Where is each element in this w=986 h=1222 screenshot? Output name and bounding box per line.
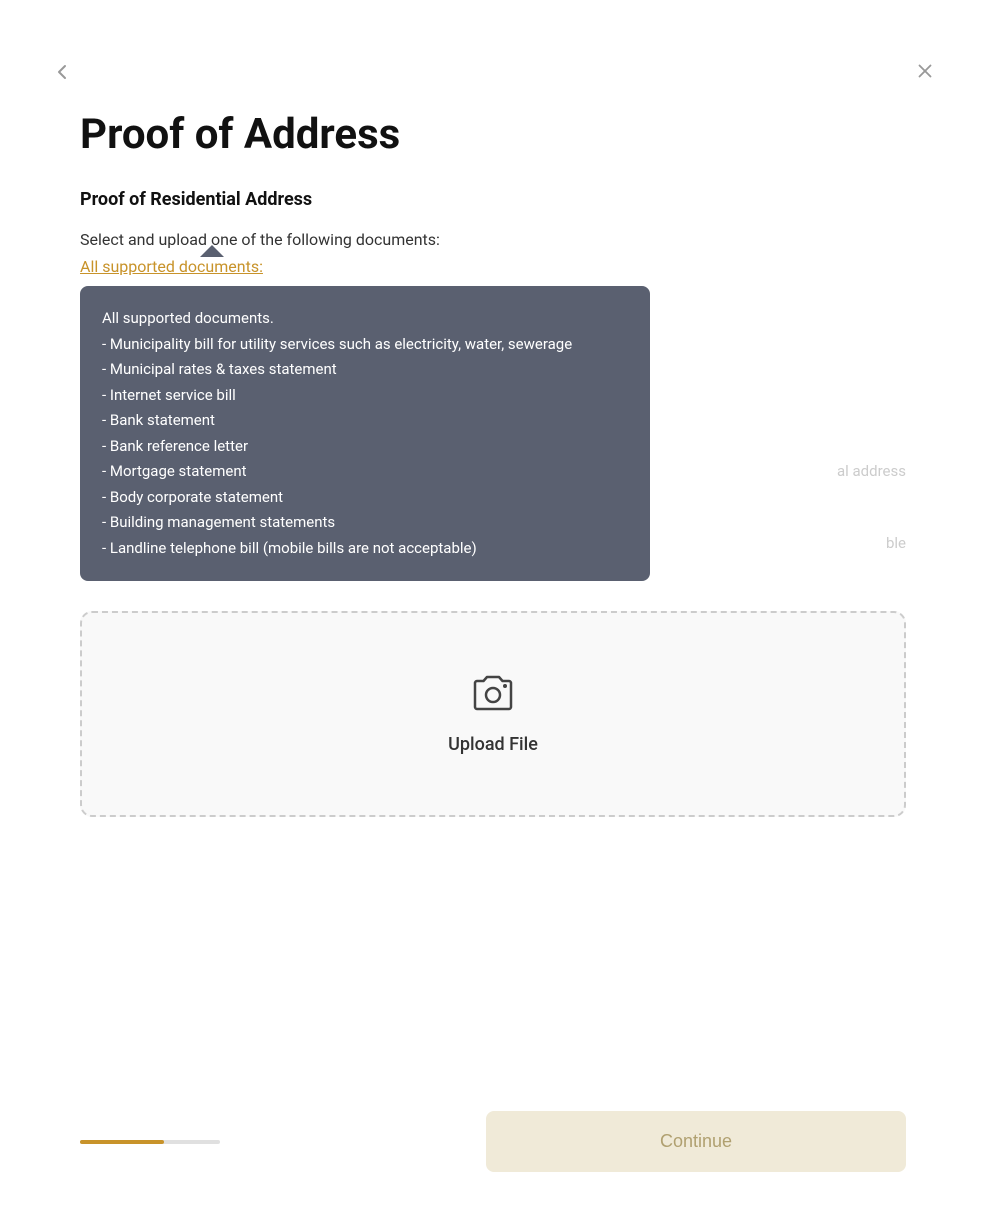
- camera-icon: [122, 673, 864, 722]
- continue-button[interactable]: Continue: [486, 1111, 906, 1172]
- page-container: Proof of Address Proof of Residential Ad…: [0, 0, 986, 1222]
- upload-label: Upload File: [122, 734, 864, 755]
- tooltip-arrow: [200, 245, 224, 257]
- tooltip-item-8: - Landline telephone bill (mobile bills …: [102, 536, 628, 562]
- tooltip-item-7: - Building management statements: [102, 510, 628, 536]
- progress-bar-fill: [80, 1140, 164, 1144]
- page-title: Proof of Address: [80, 110, 906, 159]
- tooltip-item-6: - Body corporate statement: [102, 485, 628, 511]
- section-title: Proof of Residential Address: [80, 189, 906, 210]
- tooltip-item-1: - Municipal rates & taxes statement: [102, 357, 628, 383]
- footer: Continue: [80, 1111, 906, 1172]
- bg-text-line1: al address: [837, 462, 906, 480]
- supported-docs-link[interactable]: All supported documents:: [80, 257, 263, 276]
- back-button[interactable]: [50, 60, 74, 90]
- tooltip-item-3: - Bank statement: [102, 408, 628, 434]
- progress-bar: [80, 1140, 220, 1144]
- upload-area[interactable]: Upload File: [80, 611, 906, 817]
- tooltip-item-0: - Municipality bill for utility services…: [102, 332, 628, 358]
- tooltip-item-5: - Mortgage statement: [102, 459, 628, 485]
- bg-text-line2: ble: [886, 534, 906, 552]
- tooltip-item-2: - Internet service bill: [102, 383, 628, 409]
- tooltip-box: All supported documents. - Municipality …: [80, 286, 650, 581]
- tooltip-header: All supported documents.: [102, 306, 628, 332]
- tooltip-item-4: - Bank reference letter: [102, 434, 628, 460]
- close-button[interactable]: [914, 60, 936, 88]
- tooltip-container: All supported documents: All supported d…: [80, 257, 650, 581]
